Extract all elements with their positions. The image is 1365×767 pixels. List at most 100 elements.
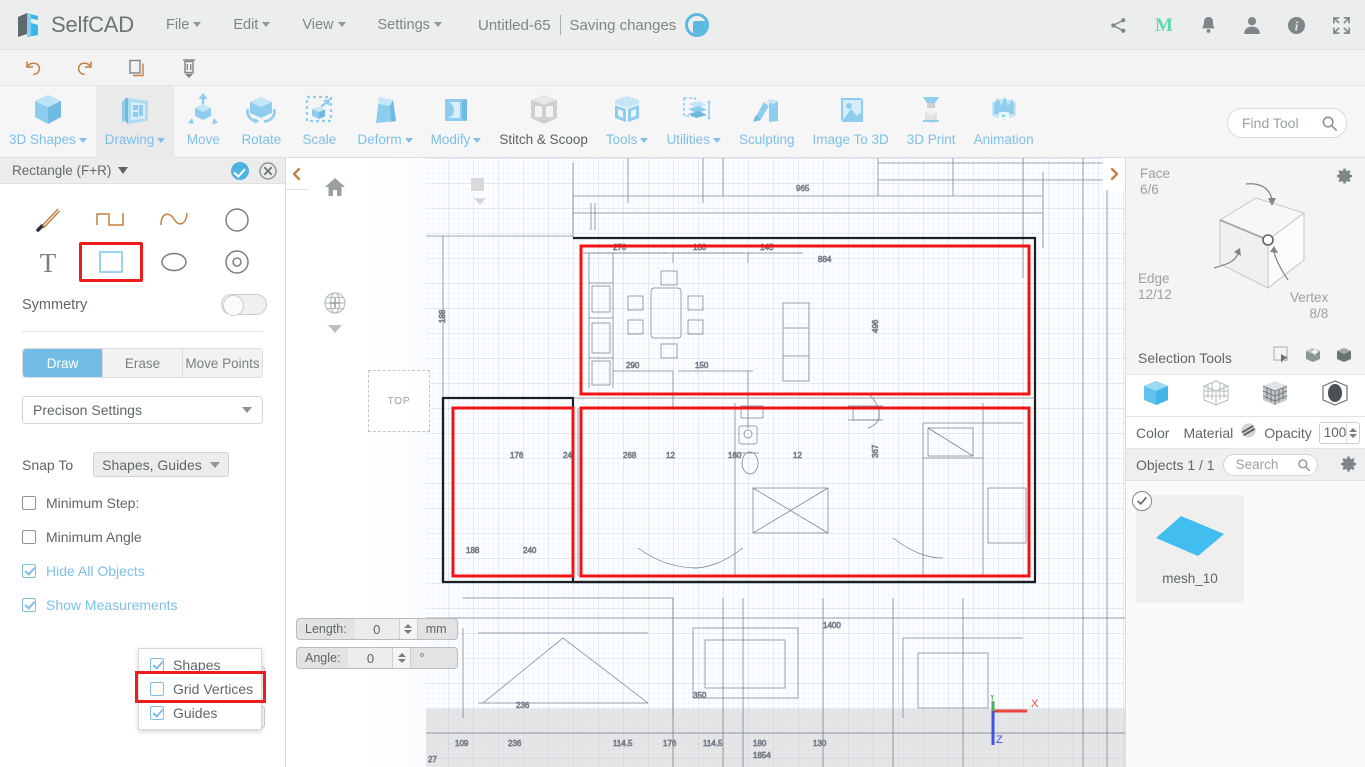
toolbar-item-label: Modify	[430, 132, 471, 147]
objects-search-input[interactable]: Search	[1222, 453, 1318, 476]
length-stepper[interactable]	[398, 619, 418, 639]
toolbar-item-tools[interactable]: Tools	[597, 86, 658, 158]
undo-button[interactable]	[18, 55, 48, 81]
confirm-button[interactable]	[231, 161, 249, 180]
menu-item-file[interactable]: File	[164, 13, 203, 37]
caret-down-filled-icon[interactable]	[118, 167, 129, 174]
object-selected-check-icon[interactable]	[1132, 491, 1152, 511]
viewport[interactable]: 965 270 180 145 884 290 150 176 24 268 1…	[286, 158, 1125, 767]
snap-option-grid-vertices[interactable]: Grid Vertices	[139, 677, 261, 701]
polyline-icon[interactable]	[79, 200, 142, 240]
navigation-globe-button[interactable]	[322, 290, 348, 334]
medium-m-icon[interactable]: M	[1154, 15, 1174, 35]
snap-option-checkbox[interactable]	[150, 682, 164, 696]
toolbar-item-utilities[interactable]: Utilities	[657, 86, 730, 158]
home-view-button[interactable]	[324, 176, 346, 203]
brush-icon[interactable]	[16, 200, 79, 240]
mode-erase-button[interactable]: Erase	[103, 349, 183, 377]
svg-text:T: T	[39, 248, 56, 278]
mode-draw-button[interactable]: Draw	[23, 349, 103, 377]
objects-settings-gear-icon[interactable]	[1340, 456, 1357, 473]
svg-text:24: 24	[563, 451, 572, 460]
snap-option-shapes[interactable]: Shapes	[139, 653, 261, 677]
copy-button[interactable]	[122, 55, 152, 81]
snap-option-guides[interactable]: Guides	[139, 701, 261, 725]
caret-down-icon[interactable]	[327, 324, 343, 334]
rectangle-icon[interactable]	[79, 242, 143, 282]
blueprint-canvas[interactable]: 965 270 180 145 884 290 150 176 24 268 1…	[423, 158, 1125, 767]
toolbar-item-drawing[interactable]: Drawing	[95, 86, 175, 158]
toolbar-item-animation[interactable]: Animation	[965, 86, 1043, 158]
view-cube[interactable]: TOP	[368, 370, 430, 432]
toolbar-item-3d-print[interactable]: 3D Print	[898, 86, 965, 158]
opacity-input[interactable]: 100	[1318, 421, 1361, 444]
toolbar-item-stitch-scoop[interactable]: Stitch & Scoop	[490, 86, 597, 158]
redo-button[interactable]	[70, 55, 100, 81]
caret-down-icon	[473, 137, 482, 143]
delete-button[interactable]	[174, 55, 204, 81]
minimum-angle-checkbox[interactable]	[22, 530, 36, 544]
opacity-stepper[interactable]	[1346, 422, 1359, 443]
fullscreen-icon[interactable]	[1332, 16, 1351, 35]
toolbar-item-image-to-3d[interactable]: Image To 3D	[804, 86, 898, 158]
angle-stepper[interactable]	[392, 648, 412, 668]
caret-down-icon	[242, 407, 252, 413]
svg-text:27: 27	[428, 755, 437, 764]
mode-move-points-button[interactable]: Move Points	[183, 349, 262, 377]
menu-item-settings[interactable]: Settings	[376, 13, 444, 37]
text-icon[interactable]: T	[16, 242, 79, 282]
toolbar-item-sculpting[interactable]: Sculpting	[730, 86, 804, 158]
user-icon[interactable]	[1243, 16, 1261, 35]
collapse-left-panel-button[interactable]	[286, 158, 308, 190]
show-measurements-checkbox[interactable]	[22, 598, 36, 612]
svg-text:i: i	[1295, 19, 1299, 33]
object-mode-icon[interactable]	[1141, 378, 1171, 413]
selfcad-logo-icon	[14, 10, 44, 40]
gear-icon[interactable]	[1336, 168, 1353, 190]
angle-field-row: Angle: 0 °	[296, 647, 458, 669]
precision-settings-select[interactable]: Precison Settings	[22, 396, 263, 424]
left-panel: Rectangle (F+R) T Symmetry Draw Erase Mo…	[0, 158, 286, 767]
cancel-button[interactable]	[259, 161, 277, 180]
edge-label: Edge	[1138, 271, 1170, 286]
snap-option-checkbox[interactable]	[150, 706, 164, 720]
document-title[interactable]: Untitled-65	[478, 17, 551, 34]
find-tool-search[interactable]: Find Tool	[1227, 108, 1347, 138]
info-icon[interactable]: i	[1287, 16, 1306, 35]
rectangle-select-icon[interactable]	[1273, 346, 1291, 369]
length-value[interactable]: 0	[354, 619, 399, 639]
menu-item-edit[interactable]: Edit	[231, 13, 272, 37]
ellipse-icon[interactable]	[143, 242, 206, 282]
subtract-select-icon[interactable]	[1335, 346, 1353, 369]
svg-text:150: 150	[695, 361, 709, 370]
edge-mode-icon[interactable]	[1320, 378, 1350, 413]
snap-option-checkbox[interactable]	[150, 658, 164, 672]
face-mode-icon[interactable]	[1260, 378, 1290, 413]
circle-icon[interactable]	[206, 200, 269, 240]
toolbar-item-move[interactable]: Move	[174, 86, 232, 158]
toolbar-item-modify[interactable]: Modify	[422, 86, 491, 158]
toolbar-item-rotate[interactable]: Rotate	[232, 86, 290, 158]
share-icon[interactable]	[1109, 16, 1128, 35]
angle-value[interactable]: 0	[348, 648, 393, 668]
menu-item-view[interactable]: View	[300, 13, 347, 37]
collapse-right-panel-button[interactable]	[1103, 158, 1125, 190]
toolbar-item-label: Deform	[357, 132, 402, 147]
minimum-step-checkbox[interactable]	[22, 496, 36, 510]
snap-to-select[interactable]: Shapes, Guides	[93, 452, 229, 477]
curve-icon[interactable]	[143, 200, 206, 240]
hide-all-objects-checkbox[interactable]	[22, 564, 36, 578]
toolbar-item-3d-shapes[interactable]: 3D Shapes	[0, 86, 96, 158]
material-sphere-icon[interactable]	[1240, 422, 1257, 444]
objects-header: Objects 1 / 1 Search	[1126, 449, 1365, 481]
snap-option-label: Guides	[173, 705, 218, 721]
toolbar-item-scale[interactable]: Scale	[290, 86, 348, 158]
vertex-mode-icon[interactable]	[1201, 378, 1231, 413]
list-item[interactable]: mesh_10	[1132, 491, 1244, 603]
viewport-marker-square	[471, 178, 484, 191]
bell-icon[interactable]	[1200, 16, 1217, 35]
ring-icon[interactable]	[206, 242, 269, 282]
symmetry-toggle[interactable]	[221, 294, 267, 316]
add-select-icon[interactable]	[1304, 346, 1322, 369]
toolbar-item-deform[interactable]: Deform	[348, 86, 421, 158]
